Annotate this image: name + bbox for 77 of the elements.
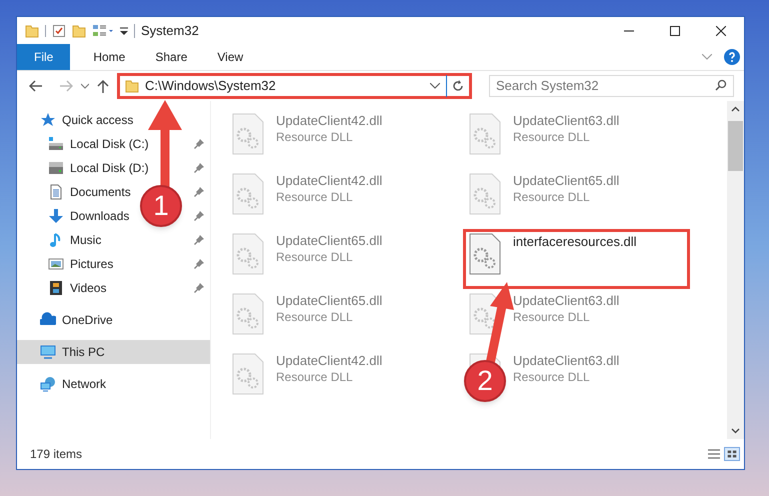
file-name[interactable]: UpdateClient63.dll	[513, 293, 620, 309]
chevron-down-icon[interactable]	[430, 83, 440, 89]
down-arrow-icon	[48, 208, 64, 224]
nav-item[interactable]: Videos	[17, 276, 108, 300]
file-name[interactable]: UpdateClient63.dll	[513, 353, 620, 369]
file-type: Resource DLL	[276, 189, 354, 205]
film-icon	[48, 280, 64, 296]
ribbon-tab[interactable]: View	[202, 44, 258, 70]
scrollbar-thumb[interactable]	[728, 121, 743, 171]
properties-icon[interactable]	[52, 24, 66, 38]
star-icon	[40, 112, 56, 128]
maximize-icon	[670, 26, 680, 36]
nav-item[interactable]: Pictures	[17, 252, 116, 276]
pin-icon[interactable]	[194, 139, 204, 149]
ribbon-tab[interactable]: File	[17, 44, 70, 70]
file-name[interactable]: UpdateClient42.dll	[276, 173, 382, 189]
refresh-icon[interactable]	[452, 80, 464, 92]
file-type: Resource DLL	[276, 309, 354, 325]
file-type: Resource DLL	[276, 129, 354, 145]
file-name[interactable]: UpdateClient42.dll	[276, 353, 382, 369]
up-arrow-icon[interactable]	[97, 79, 109, 93]
scrollbar[interactable]	[727, 101, 744, 439]
document-icon	[48, 184, 64, 200]
file-name[interactable]: UpdateClient65.dll	[276, 293, 382, 309]
scroll-up-icon[interactable]	[731, 106, 740, 112]
close-icon	[716, 26, 726, 36]
file-type: Resource DLL	[513, 129, 591, 145]
ribbon-tab[interactable]: Home	[78, 44, 140, 70]
nav-item[interactable]: Local Disk (C:)	[17, 132, 151, 156]
help-icon[interactable]	[724, 49, 740, 65]
pin-icon[interactable]	[194, 187, 204, 197]
folder-icon	[125, 79, 139, 93]
pin-icon[interactable]	[194, 235, 204, 245]
address-path: C:\Windows\System32	[145, 77, 276, 96]
window-title: System32	[141, 22, 199, 40]
search-field[interactable]: Search System32	[489, 74, 734, 96]
drive-icon	[48, 160, 64, 176]
picture-icon	[48, 256, 64, 272]
file-name[interactable]: interfaceresources.dll	[513, 234, 637, 250]
file-name[interactable]: UpdateClient42.dll	[276, 113, 382, 129]
pin-icon[interactable]	[194, 211, 204, 221]
nav-item[interactable]: This PC	[17, 340, 210, 364]
nav-item[interactable]: Music	[17, 228, 104, 252]
file-name[interactable]: UpdateClient63.dll	[513, 113, 620, 129]
pin-icon[interactable]	[194, 163, 204, 173]
chevron-down-icon[interactable]	[81, 83, 89, 89]
search-icon	[715, 79, 727, 91]
monitor-icon	[40, 344, 56, 360]
ribbon-tab[interactable]: Share	[140, 44, 202, 70]
nav-item[interactable]: Downloads	[17, 204, 132, 228]
view-options-icon[interactable]	[92, 24, 114, 38]
nav-item[interactable]: OneDrive	[17, 308, 115, 332]
details-view-icon[interactable]	[706, 447, 722, 461]
item-count: 179 items	[30, 446, 82, 463]
file-name[interactable]: UpdateClient65.dll	[513, 173, 620, 189]
back-arrow-icon[interactable]	[29, 80, 43, 92]
address-bar[interactable]: C:\Windows\System32	[117, 73, 472, 99]
network-icon	[40, 376, 56, 392]
nav-item[interactable]: Network	[17, 372, 108, 396]
highlighted-file-item[interactable]: interfaceresources.dll	[463, 229, 690, 289]
pin-icon[interactable]	[194, 283, 204, 293]
drive-icon	[48, 136, 64, 152]
scroll-down-icon[interactable]	[731, 428, 740, 434]
file-type: Resource DLL	[513, 189, 591, 205]
file-type: Resource DLL	[513, 309, 591, 325]
tiles-view-icon[interactable]	[724, 447, 740, 461]
file-type: Resource DLL	[276, 369, 354, 385]
file-name[interactable]: UpdateClient65.dll	[276, 233, 382, 249]
file-type: Resource DLL	[276, 249, 354, 265]
customize-toolbar-icon[interactable]	[120, 26, 128, 36]
nav-item[interactable]: Quick access	[17, 108, 136, 132]
pin-icon[interactable]	[194, 259, 204, 269]
minimize-icon	[624, 30, 634, 32]
nav-item[interactable]: Documents	[17, 180, 133, 204]
cloud-icon	[40, 312, 56, 328]
nav-item[interactable]: Local Disk (D:)	[17, 156, 151, 180]
file-type: Resource DLL	[513, 369, 591, 385]
